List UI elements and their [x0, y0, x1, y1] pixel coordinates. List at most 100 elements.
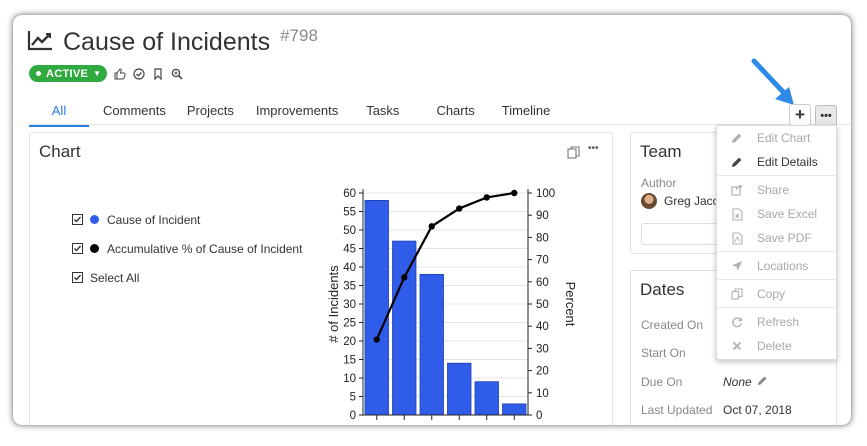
menu-label: Edit Details	[757, 155, 818, 169]
y2-tick-label: 50	[536, 299, 549, 311]
ellipsis-icon: •••	[820, 109, 832, 122]
y2-tick-label: 60	[536, 277, 549, 289]
pencil-icon	[730, 156, 744, 168]
y-tick-label: 25	[343, 318, 356, 330]
menu-divider	[717, 175, 836, 176]
pointer-arrow-icon	[751, 58, 794, 105]
excel-file-icon	[730, 207, 744, 221]
pareto-chart: 0 5 10 15 20 25 30 35 40 45 50 55 60 0 10 20 30 40 50 60 70 8…	[326, 188, 578, 422]
menu-item-edit-details[interactable]: Edit Details	[717, 152, 836, 172]
item-number: #798	[280, 26, 318, 45]
y-tick-label: 55	[343, 207, 356, 219]
y-tick-label: 20	[343, 336, 356, 348]
y2-tick-label: 70	[536, 255, 549, 267]
y-tick-label: 45	[343, 244, 356, 256]
y2-tick-label: 0	[536, 410, 542, 422]
status-label: ACTIVE	[46, 67, 89, 80]
due-on-text: None	[723, 375, 752, 389]
close-icon	[730, 341, 744, 351]
y2-tick-label: 10	[536, 388, 549, 400]
created-on-label: Created On	[641, 318, 704, 332]
bar	[364, 200, 389, 416]
menu-label: Copy	[757, 287, 786, 301]
y2-tick-label: 40	[536, 321, 549, 333]
menu-label: Share	[757, 183, 790, 197]
y-tick-label: 15	[343, 355, 356, 367]
author-label: Author	[641, 176, 677, 190]
menu-label: Refresh	[757, 315, 800, 329]
menu-label: Save Excel	[757, 207, 818, 221]
bar	[474, 381, 499, 416]
author-row[interactable]: Greg Jaco	[641, 193, 719, 209]
pdf-file-icon	[730, 231, 744, 245]
bar	[447, 362, 472, 416]
more-options-button[interactable]: •••	[815, 105, 837, 126]
last-updated-label: Last Updated	[641, 403, 713, 417]
menu-item-copy[interactable]: Copy	[717, 284, 836, 304]
share-icon	[730, 184, 744, 196]
menu-label: Delete	[757, 339, 792, 353]
y-tick-label: 60	[343, 188, 356, 200]
cumulative-point	[373, 336, 380, 343]
y-axis-title: # of Incidents	[326, 265, 341, 343]
menu-item-edit-chart[interactable]: Edit Chart	[717, 128, 836, 148]
copy-icon	[730, 288, 744, 300]
bar	[392, 240, 417, 416]
plus-icon: +	[795, 105, 805, 124]
menu-item-save-pdf[interactable]: Save PDF	[717, 228, 836, 248]
y-tick-label: 35	[343, 281, 356, 293]
location-arrow-icon	[730, 260, 744, 272]
cumulative-point	[428, 223, 435, 230]
menu-item-locations[interactable]: Locations	[717, 256, 836, 276]
menu-label: Edit Chart	[757, 131, 811, 145]
menu-divider	[717, 279, 836, 280]
page-title: Cause of Incidents	[63, 27, 271, 56]
team-title: Team	[640, 142, 682, 161]
title-row: Cause of Incidents #798	[27, 26, 318, 57]
menu-item-refresh[interactable]: Refresh	[717, 312, 836, 332]
avatar	[641, 193, 657, 209]
y-tick-label: 40	[343, 262, 356, 274]
menu-label: Save PDF	[757, 231, 812, 245]
y2-tick-label: 100	[536, 188, 555, 200]
y2-axis-title: Percent	[563, 282, 578, 327]
bookmark-icon[interactable]	[152, 67, 164, 80]
menu-item-share[interactable]: Share	[717, 180, 836, 200]
y2-tick-label: 80	[536, 232, 549, 244]
last-updated-value: Oct 07, 2018	[723, 403, 792, 417]
bar	[419, 273, 444, 416]
cumulative-point	[401, 274, 408, 281]
zoom-icon[interactable]	[171, 68, 183, 80]
author-name: Greg Jaco	[664, 194, 720, 208]
cumulative-point	[511, 189, 518, 197]
y-tick-label: 0	[350, 410, 356, 422]
due-on-label: Due On	[641, 375, 683, 389]
start-on-label: Start On	[641, 346, 686, 360]
thumbs-up-icon[interactable]	[114, 67, 126, 80]
pencil-icon[interactable]	[757, 375, 768, 389]
dates-title: Dates	[640, 280, 685, 299]
y2-tick-label: 20	[536, 366, 549, 378]
menu-label: Locations	[757, 259, 809, 273]
menu-divider	[717, 307, 836, 308]
y2-tick-label: 90	[536, 210, 549, 222]
due-on-value[interactable]: None	[723, 375, 768, 389]
chart-card: Chart ••• Cause of Incident Accumulative…	[29, 132, 613, 425]
check-circle-icon[interactable]	[133, 67, 145, 80]
cumulative-point	[483, 194, 490, 201]
status-row: ACTIVE ▼	[29, 65, 183, 82]
menu-item-save-excel[interactable]: Save Excel	[717, 204, 836, 224]
line-chart-icon	[27, 29, 53, 56]
menu-item-delete[interactable]: Delete	[717, 336, 836, 356]
status-dot-icon	[36, 71, 41, 76]
add-button[interactable]: +	[789, 104, 811, 126]
y-tick-label: 50	[343, 225, 356, 237]
y-tick-label: 30	[343, 299, 356, 311]
y2-tick-label: 30	[536, 343, 549, 355]
refresh-icon	[730, 316, 744, 328]
cumulative-point	[456, 205, 463, 212]
bar	[502, 403, 527, 416]
pencil-icon	[730, 132, 744, 144]
status-dropdown[interactable]: ACTIVE ▼	[29, 65, 108, 82]
caret-down-icon: ▼	[93, 69, 102, 78]
